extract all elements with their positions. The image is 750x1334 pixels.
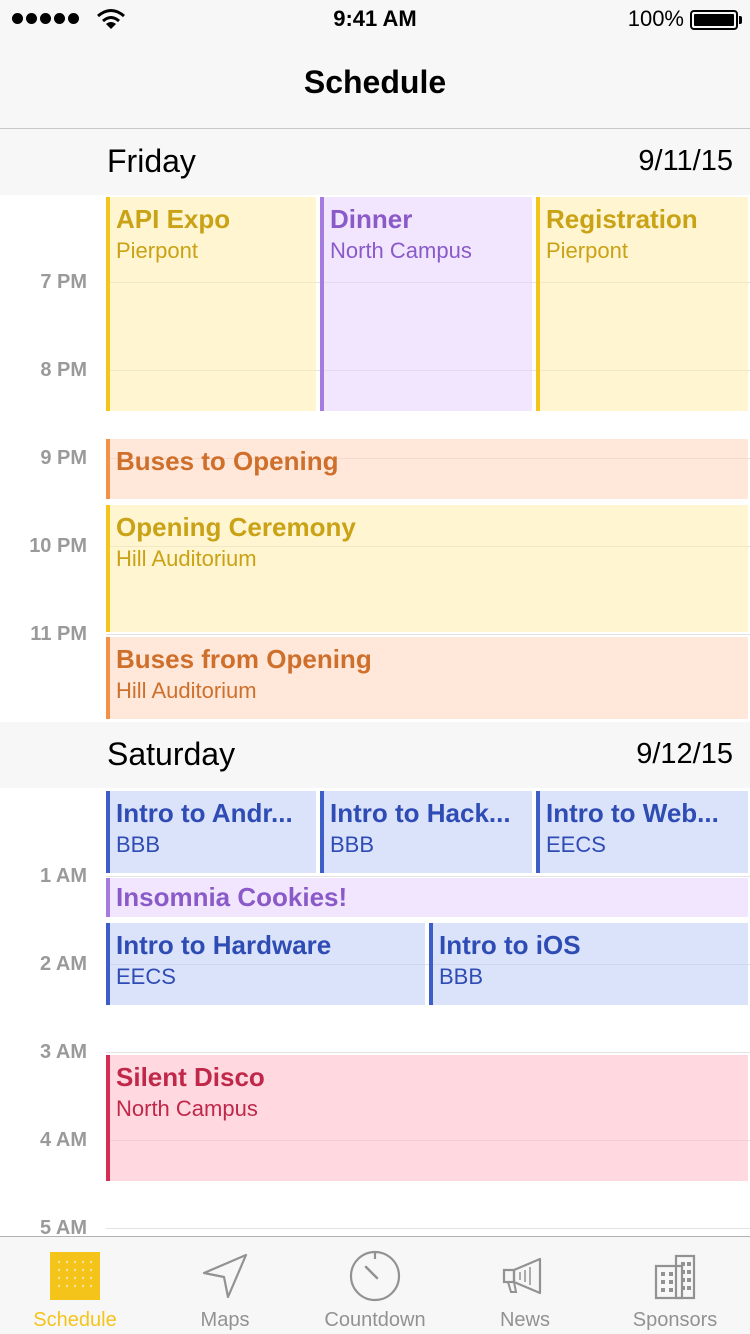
event-title: Intro to Andr... [116, 798, 293, 828]
event-opening-ceremony[interactable]: Opening Ceremony Hill Auditorium [106, 505, 748, 632]
day-name: Friday [107, 143, 196, 179]
event-location: North Campus [330, 238, 472, 263]
event-location: EECS [546, 832, 606, 857]
time-label: 10 PM [29, 535, 87, 557]
tab-news[interactable]: News [450, 1237, 600, 1334]
event-insomnia-cookies[interactable]: Insomnia Cookies! [106, 878, 748, 917]
day-date: 9/12/15 [636, 738, 733, 770]
event-buses-from-opening[interactable]: Buses from Opening Hill Auditorium [106, 637, 748, 719]
tab-sponsors[interactable]: Sponsors [600, 1237, 750, 1334]
time-label: 9 PM [40, 447, 87, 469]
hour-line [106, 876, 750, 877]
day-header-saturday: Saturday 9/12/15 [0, 722, 750, 788]
event-title: Buses to Opening [116, 446, 339, 476]
tab-label: Countdown [324, 1309, 426, 1331]
event-location: Pierpont [116, 238, 198, 263]
hour-line [106, 1228, 750, 1229]
event-dinner[interactable]: Dinner North Campus [320, 197, 532, 411]
event-location: BBB [330, 832, 375, 857]
event-location: BBB [116, 832, 161, 857]
page-title: Schedule [303, 64, 447, 100]
tab-label: News [499, 1309, 550, 1331]
tab-maps[interactable]: Maps [150, 1237, 300, 1334]
calendar-grid-icon [48, 1249, 102, 1303]
event-title: Intro to Hack... [330, 798, 511, 828]
timer-icon [348, 1249, 402, 1303]
location-arrow-icon [198, 1249, 252, 1303]
tab-label: Schedule [33, 1309, 117, 1331]
time-label: 2 AM [39, 953, 87, 975]
battery-percentage: 100% [627, 6, 684, 31]
time-label: 3 AM [39, 1041, 87, 1063]
time-label: 4 AM [39, 1129, 87, 1151]
event-intro-ios[interactable]: Intro to iOS BBB [429, 923, 748, 1005]
status-bar: 9:41 AM 100% [0, 0, 750, 40]
tab-bar: Schedule Maps Countdown News Sponsors [0, 1236, 750, 1334]
time-label: 7 PM [40, 271, 87, 293]
event-title: Intro to Hardware [116, 930, 332, 960]
time-label: 11 PM [30, 623, 87, 645]
day-date: 9/11/15 [638, 145, 733, 177]
tab-countdown[interactable]: Countdown [300, 1237, 450, 1334]
building-icon [648, 1249, 702, 1303]
navigation-bar: Schedule [0, 40, 750, 129]
megaphone-icon [498, 1249, 552, 1303]
event-title: Dinner [330, 204, 413, 234]
event-location: EECS [116, 964, 176, 989]
event-title: Intro to iOS [439, 930, 581, 960]
event-intro-hack[interactable]: Intro to Hack... BBB [320, 791, 532, 873]
time-label: 1 AM [39, 865, 87, 887]
event-location: Hill Auditorium [116, 546, 257, 571]
event-location: Hill Auditorium [116, 678, 257, 703]
event-title: Silent Disco [116, 1062, 265, 1092]
event-buses-to-opening[interactable]: Buses to Opening [106, 439, 748, 499]
hour-line [106, 634, 750, 635]
day-header-friday: Friday 9/11/15 [0, 129, 750, 195]
event-intro-web[interactable]: Intro to Web... EECS [536, 791, 748, 873]
event-location: BBB [439, 964, 484, 989]
event-title: Insomnia Cookies! [116, 882, 348, 912]
event-api-expo[interactable]: API Expo Pierpont [106, 197, 316, 411]
event-title: Buses from Opening [116, 644, 372, 674]
event-title: API Expo [116, 204, 231, 234]
event-title: Registration [546, 204, 698, 234]
event-intro-android[interactable]: Intro to Andr... BBB [106, 791, 316, 873]
event-title: Opening Ceremony [116, 512, 356, 542]
tab-label: Sponsors [632, 1309, 718, 1331]
hour-line [106, 1052, 750, 1053]
day-name: Saturday [107, 736, 236, 772]
event-registration[interactable]: Registration Pierpont [536, 197, 748, 411]
battery-icon [690, 10, 742, 30]
event-location: North Campus [116, 1096, 258, 1121]
event-location: Pierpont [546, 238, 628, 263]
event-intro-hardware[interactable]: Intro to Hardware EECS [106, 923, 425, 1005]
tab-schedule[interactable]: Schedule [0, 1237, 150, 1334]
event-silent-disco[interactable]: Silent Disco North Campus [106, 1055, 748, 1181]
event-title: Intro to Web... [546, 798, 719, 828]
tab-label: Maps [200, 1309, 250, 1331]
time-label: 8 PM [40, 359, 87, 381]
